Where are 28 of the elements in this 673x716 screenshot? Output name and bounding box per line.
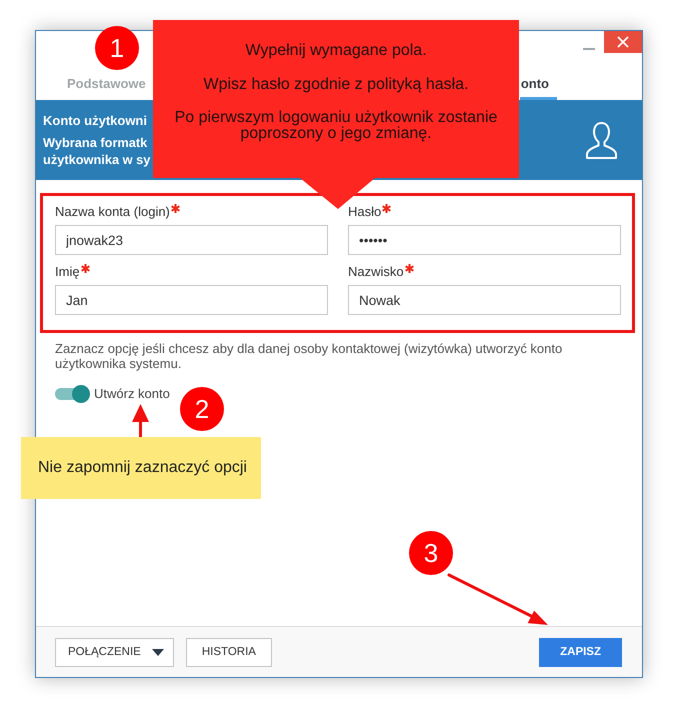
callout-text: Wpisz hasło zgodnie z polityką hasła. bbox=[202, 76, 470, 94]
header-text: użytkownika w sy bbox=[43, 151, 150, 168]
save-button[interactable]: ZAPISZ bbox=[539, 638, 622, 667]
caret-icon bbox=[152, 649, 164, 656]
field-label: Nazwa konta (login) bbox=[55, 204, 170, 219]
minimize-icon bbox=[583, 47, 595, 51]
header-text: Wybrana formatk bbox=[43, 134, 148, 151]
field-label: Nazwisko bbox=[348, 264, 404, 279]
field-label: Hasło bbox=[348, 204, 382, 219]
dropdown-button[interactable]: POŁĄCZENIE bbox=[55, 638, 174, 667]
input-field[interactable]: jnowak23 bbox=[55, 225, 328, 255]
callout-text: Wypełnij wymagane pola. bbox=[244, 42, 428, 60]
input-field[interactable]: Jan bbox=[55, 285, 328, 315]
close-button[interactable] bbox=[604, 31, 642, 53]
toggle-switch[interactable] bbox=[55, 384, 90, 403]
toggle-label: Utwórz konto bbox=[94, 385, 170, 403]
pointer-arrow bbox=[132, 404, 149, 437]
minimize-button[interactable] bbox=[583, 47, 595, 51]
hint-text: Zaznacz opcję jeśli chcesz aby dla danej osoby kontaktowej (wizytówka) utworzyć konto użytkownika systemu. bbox=[55, 341, 564, 371]
input-field[interactable]: Nowak bbox=[348, 285, 621, 315]
input-field[interactable]: •••••• bbox=[348, 225, 621, 255]
close-icon bbox=[617, 36, 629, 48]
header-title: Konto użytkowni bbox=[43, 112, 148, 129]
field-label: Imię bbox=[55, 264, 80, 279]
sticky-note: Nie zapomnij zaznaczyć opcji bbox=[21, 437, 261, 499]
callout-text: Po pierwszym logowaniu użytkownik zostanie poproszony o jego zmianę. bbox=[174, 110, 498, 142]
history-button[interactable]: HISTORIA bbox=[186, 638, 272, 667]
user-icon bbox=[585, 120, 618, 160]
